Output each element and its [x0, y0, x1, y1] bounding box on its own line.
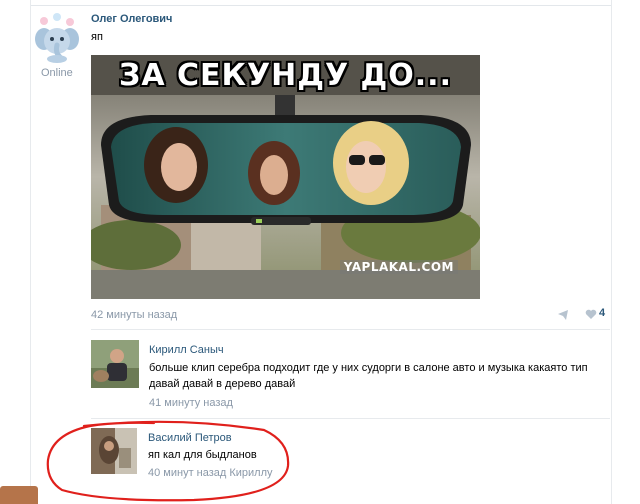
meme-watermark: YAPLAKAL.COM	[339, 260, 458, 274]
corner-tab	[0, 486, 38, 504]
post-frame-left	[30, 0, 31, 504]
post-text: яп	[91, 31, 103, 43]
comments-divider	[91, 418, 610, 419]
online-status: Online	[41, 67, 73, 79]
meme-caption: ЗА СЕКУНДУ ДО...	[119, 58, 452, 93]
share-icon[interactable]	[557, 309, 571, 321]
post-frame-top	[30, 0, 612, 6]
post-image[interactable]: ЗА СЕКУНДУ ДО... YAPLAKAL.COM	[91, 55, 480, 299]
post-author-name[interactable]: Олег Олегович	[91, 13, 172, 25]
post-frame-right	[611, 0, 612, 504]
comment-timestamp[interactable]: 41 минуту назад	[149, 397, 233, 409]
post-timestamp[interactable]: 42 минуты назад	[91, 309, 177, 321]
author-avatar[interactable]	[32, 11, 82, 63]
comment-text: больше клип серебра подходит где у них с…	[149, 362, 588, 390]
like-count[interactable]: 4	[599, 307, 605, 319]
comment-author-name[interactable]: Кирилл Саныч	[149, 344, 224, 356]
heart-icon[interactable]	[585, 309, 597, 320]
comments-divider	[91, 329, 610, 330]
comment-avatar[interactable]	[91, 340, 139, 388]
red-highlight-annotation	[46, 420, 290, 502]
